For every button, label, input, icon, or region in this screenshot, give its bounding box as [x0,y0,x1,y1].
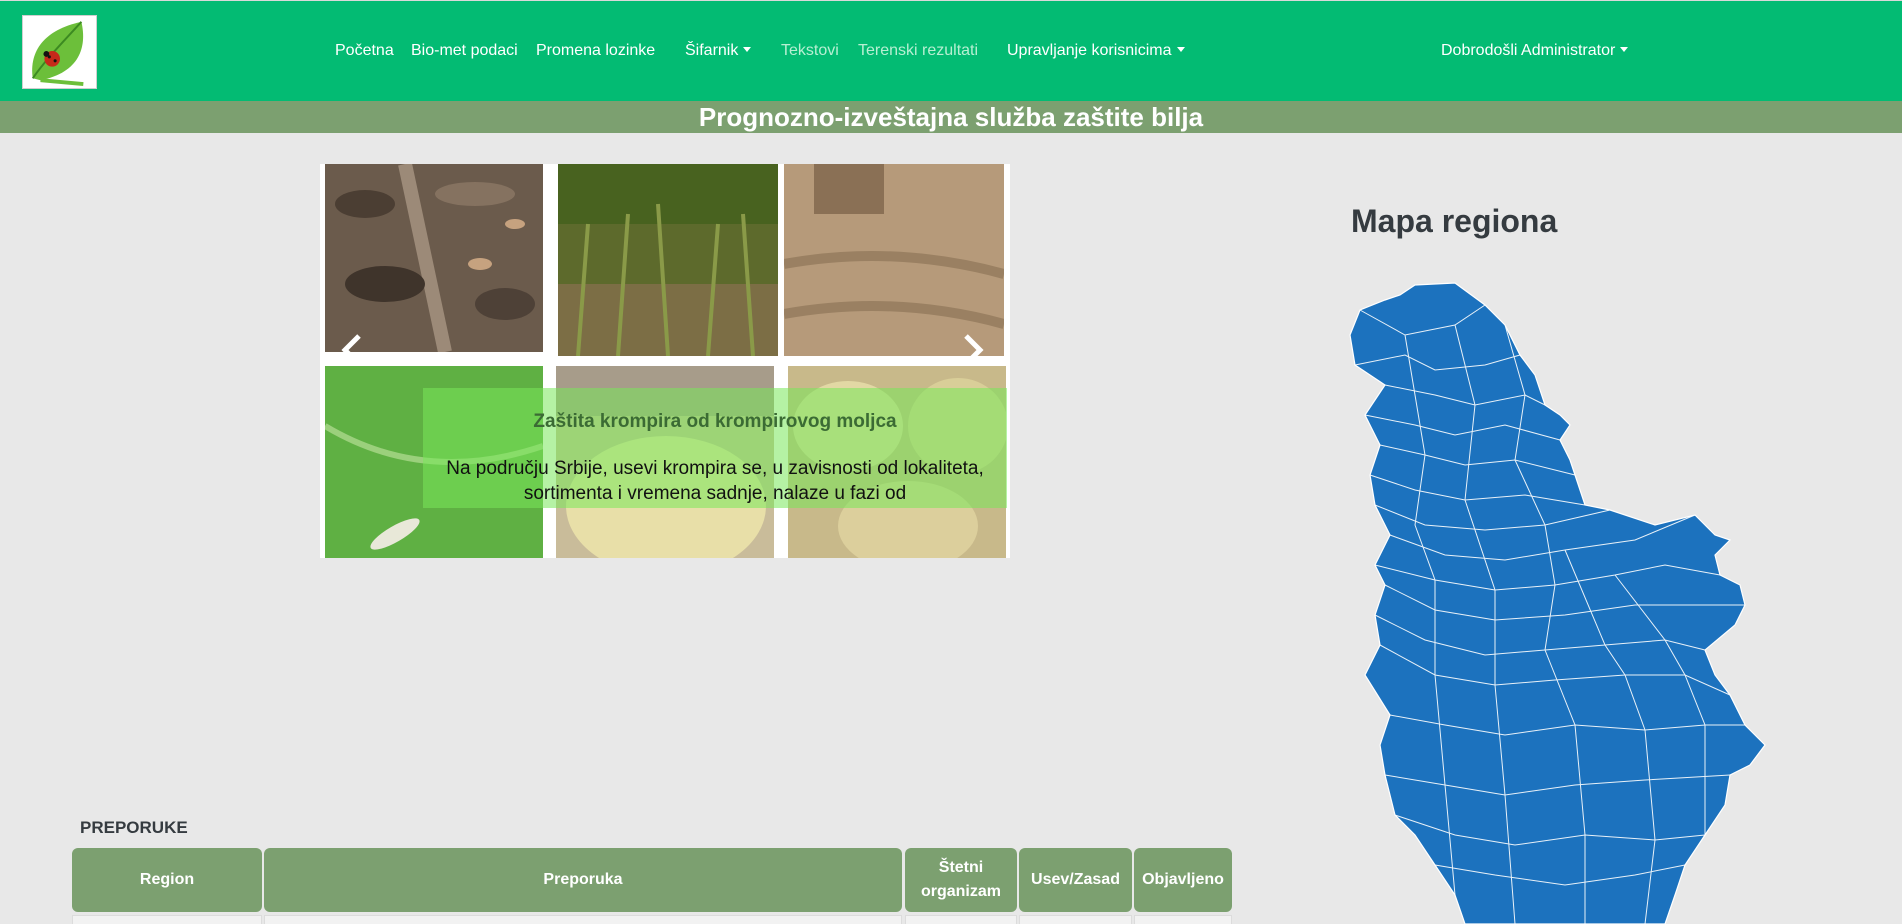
carousel-image-soil-furrow [325,164,543,352]
carousel-image-dry-field [784,164,1004,356]
recommendations-title: PREPORUKE [80,818,188,837]
page-title: Prognozno-izveštajna služba zaštite bilj… [698,102,1204,132]
nav-sifarnik-label: Šifarnik [685,42,739,59]
column-header-objavljeno[interactable]: Objavljeno [1134,848,1232,912]
nav-upravljanje-korisnicima-dropdown[interactable]: Upravljanje korisnicima [1007,42,1185,60]
user-menu-dropdown[interactable]: Dobrodošli Administrator [1441,42,1629,60]
table-cell [264,915,902,924]
user-menu-label: Dobrodošli Administrator [1441,42,1616,59]
nav-upravljanje-label: Upravljanje korisnicima [1007,42,1172,59]
nav-terenski-rezultati[interactable]: Terenski rezultati [858,42,978,60]
carousel-image-field-plants [558,164,778,356]
page-banner: Prognozno-izveštajna služba zaštite bilj… [0,101,1902,133]
column-header-stetni-organizam[interactable]: Štetni organizam [905,848,1017,912]
nav-pocetna[interactable]: Početna [335,42,394,60]
nav-sifarnik-dropdown[interactable]: Šifarnik [685,42,752,60]
map-title: Mapa regiona [1351,203,1558,239]
nav-promena-lozinke-label: Promena lozinke [536,42,656,59]
chevron-left-icon [341,334,361,366]
nav-tekstovi[interactable]: Tekstovi [781,42,839,60]
top-navbar: Početna Bio-met podaci Promena lozinke Š… [0,0,1902,101]
table-cell [1019,915,1132,924]
caret-down-icon [743,47,752,52]
nav-terenski-rezultati-label: Terenski rezultati [858,42,979,59]
table-cell [1134,915,1232,924]
column-header-preporuka[interactable]: Preporuka [264,848,902,912]
caret-down-icon [1620,47,1629,52]
nav-promena-lozinke[interactable]: Promena lozinke [536,42,655,60]
carousel-caption[interactable]: Zaštita krompira od krompirovog moljca N… [423,388,1007,508]
caption-text: Na području Srbije, usevi krompira se, u… [446,458,984,504]
chevron-right-icon [964,334,984,366]
carousel-prev-button[interactable] [333,330,373,370]
nav-bio-met-podaci[interactable]: Bio-met podaci [411,42,518,60]
table-cell [72,915,262,924]
nav-bio-met-label: Bio-met podaci [411,42,518,59]
nav-pocetna-label: Početna [335,42,394,59]
serbia-region-map [1349,282,1766,924]
caption-title: Zaštita krompira od krompirovog moljca [533,411,897,432]
region-map[interactable] [1345,275,1865,924]
column-header-region[interactable]: Region [72,848,262,912]
column-header-usev-zasad[interactable]: Usev/Zasad [1019,848,1132,912]
recommendations-table: Region Preporuka Štetni organizam Usev/Z… [72,848,1232,924]
table-cell [905,915,1017,924]
nav-tekstovi-label: Tekstovi [781,42,839,59]
app-logo[interactable] [22,15,97,89]
carousel-next-button[interactable] [952,330,992,370]
caret-down-icon [1176,47,1185,52]
